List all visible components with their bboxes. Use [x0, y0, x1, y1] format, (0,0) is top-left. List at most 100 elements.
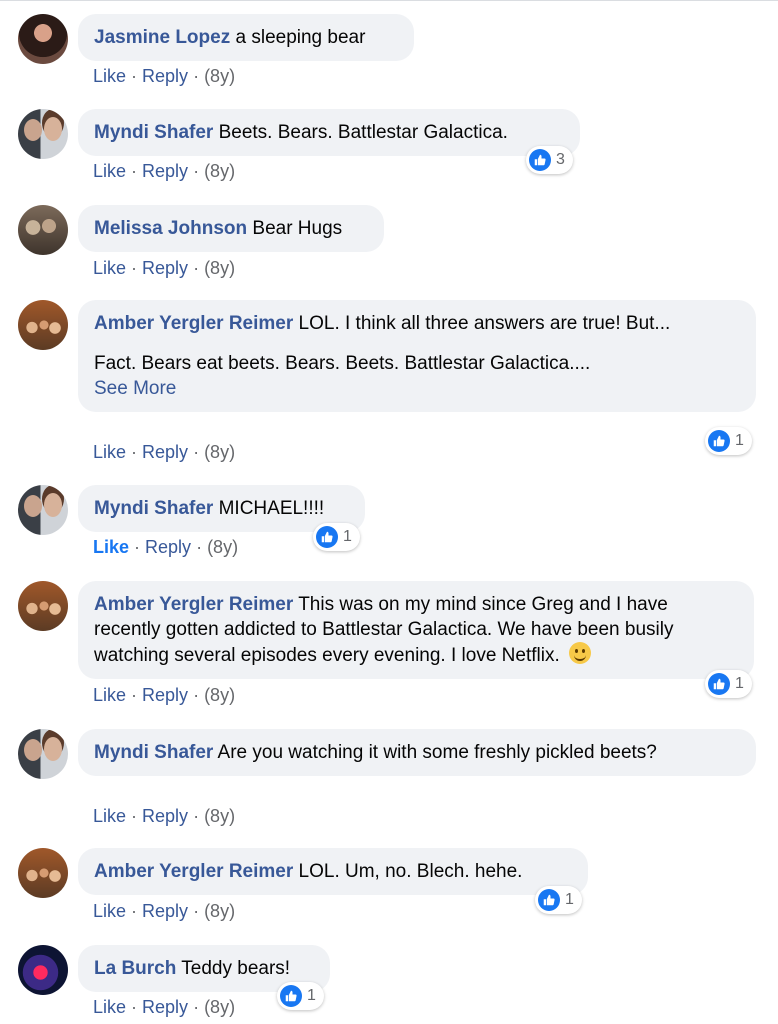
separator: · [193, 258, 200, 278]
timestamp[interactable]: (8y) [204, 66, 235, 86]
comment-author[interactable]: Amber Yergler Reimer [94, 313, 293, 334]
reaction-number: 1 [565, 891, 574, 908]
separator: · [193, 66, 200, 86]
smiley-emoji-icon [569, 642, 592, 664]
separator: · [193, 997, 200, 1017]
comment-actions: Like · Reply · (8y) [93, 161, 235, 182]
like-link[interactable]: Like [93, 685, 126, 705]
avatar[interactable] [18, 848, 68, 898]
like-link[interactable]: Like [93, 442, 126, 462]
separator: · [134, 537, 141, 557]
timestamp[interactable]: (8y) [204, 997, 235, 1017]
separator: · [193, 806, 200, 826]
avatar[interactable] [18, 945, 68, 995]
comment-author[interactable]: Myndi Shafer [94, 498, 213, 519]
comment-bubble: Melissa Johnson Bear Hugs [78, 205, 384, 252]
separator: · [131, 806, 138, 826]
comment-actions: Like · Reply · (8y) [93, 66, 235, 87]
reaction-count[interactable]: 1 [705, 427, 752, 455]
timestamp[interactable]: (8y) [204, 806, 235, 826]
see-more-link[interactable]: See More [94, 376, 740, 401]
like-link[interactable]: Like [93, 258, 126, 278]
reply-link[interactable]: Reply [142, 442, 188, 462]
reaction-number: 3 [556, 151, 565, 168]
reaction-count[interactable]: 1 [705, 670, 752, 698]
separator: · [196, 537, 203, 557]
reply-link[interactable]: Reply [142, 806, 188, 826]
like-link[interactable]: Like [93, 901, 126, 921]
reply-link[interactable]: Reply [145, 537, 191, 557]
comment-bubble: Amber Yergler Reimer This was on my mind… [78, 581, 754, 679]
comment-bubble: Jasmine Lopez a sleeping bear [78, 14, 414, 61]
comment-actions: Like · Reply · (8y) [93, 258, 235, 279]
avatar[interactable] [18, 14, 68, 64]
comment-actions: Like · Reply · (8y) [93, 901, 235, 922]
timestamp[interactable]: (8y) [204, 685, 235, 705]
comment-actions: Like · Reply · (8y) [93, 685, 235, 706]
reaction-number: 1 [343, 528, 352, 545]
comment-author[interactable]: Myndi Shafer [94, 122, 213, 143]
like-link[interactable]: Like [93, 537, 129, 557]
like-link[interactable]: Like [93, 161, 126, 181]
separator: · [131, 997, 138, 1017]
timestamp[interactable]: (8y) [204, 442, 235, 462]
reaction-count[interactable]: 1 [535, 886, 582, 914]
reaction-number: 1 [307, 987, 316, 1004]
timestamp[interactable]: (8y) [204, 901, 235, 921]
reply-link[interactable]: Reply [142, 685, 188, 705]
thumbs-up-icon [529, 149, 551, 171]
comment-author[interactable]: Amber Yergler Reimer [94, 861, 293, 882]
comment-actions: Like · Reply · (8y) [93, 997, 235, 1018]
timestamp[interactable]: (8y) [207, 537, 238, 557]
comment-text: Teddy bears! [181, 958, 291, 979]
separator: · [193, 901, 200, 921]
top-divider [0, 0, 778, 1]
comment-text: Bear Hugs [252, 218, 343, 239]
comment-bubble: Myndi Shafer Beets. Bears. Battlestar Ga… [78, 109, 580, 156]
avatar[interactable] [18, 109, 68, 159]
reply-link[interactable]: Reply [142, 66, 188, 86]
comment-text: MICHAEL!!!! [218, 498, 325, 519]
avatar[interactable] [18, 581, 68, 631]
timestamp[interactable]: (8y) [204, 161, 235, 181]
thumbs-up-icon [316, 526, 338, 548]
reaction-count[interactable]: 1 [313, 523, 360, 551]
reaction-number: 1 [735, 675, 744, 692]
comment-author[interactable]: Jasmine Lopez [94, 27, 230, 48]
separator: · [193, 161, 200, 181]
separator: · [131, 442, 138, 462]
reaction-count[interactable]: 1 [277, 982, 324, 1010]
comment-text-continued: Fact. Bears eat beets. Bears. Beets. Bat… [94, 353, 591, 374]
separator: · [131, 161, 138, 181]
comment-text: LOL. I think all three answers are true!… [298, 313, 671, 334]
avatar[interactable] [18, 485, 68, 535]
comment-text: a sleeping bear [235, 27, 366, 48]
reply-link[interactable]: Reply [142, 901, 188, 921]
like-link[interactable]: Like [93, 806, 126, 826]
comment-author[interactable]: Melissa Johnson [94, 218, 247, 239]
comment-author[interactable]: Myndi Shafer [94, 742, 213, 763]
comment-actions: Like · Reply · (8y) [93, 537, 238, 558]
reply-link[interactable]: Reply [142, 997, 188, 1017]
reaction-number: 1 [735, 432, 744, 449]
like-link[interactable]: Like [93, 997, 126, 1017]
avatar[interactable] [18, 205, 68, 255]
comment-bubble: Myndi Shafer Are you watching it with so… [78, 729, 756, 776]
comment-author[interactable]: Amber Yergler Reimer [94, 594, 293, 615]
reaction-count[interactable]: 3 [526, 146, 573, 174]
thumbs-up-icon [708, 673, 730, 695]
reply-link[interactable]: Reply [142, 161, 188, 181]
comment-actions: Like · Reply · (8y) [93, 442, 235, 463]
avatar[interactable] [18, 729, 68, 779]
like-link[interactable]: Like [93, 66, 126, 86]
thumbs-up-icon [280, 985, 302, 1007]
reply-link[interactable]: Reply [142, 258, 188, 278]
thumbs-up-icon [708, 430, 730, 452]
separator: · [131, 685, 138, 705]
avatar[interactable] [18, 300, 68, 350]
timestamp[interactable]: (8y) [204, 258, 235, 278]
separator: · [131, 901, 138, 921]
comment-text: LOL. Um, no. Blech. hehe. [298, 861, 523, 882]
comment-author[interactable]: La Burch [94, 958, 176, 979]
comment-actions: Like · Reply · (8y) [93, 806, 235, 827]
